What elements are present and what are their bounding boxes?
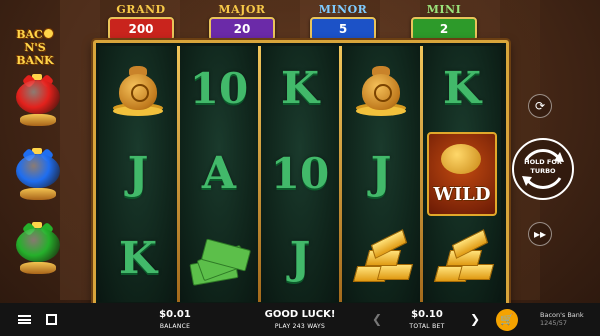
refresh-icon: ⟳ xyxy=(534,99,546,113)
piggy-bank-green xyxy=(12,221,64,280)
reel-cell: K xyxy=(99,216,177,301)
piggy-bank-blue xyxy=(12,147,64,206)
jackpot-value: 20 xyxy=(209,17,275,41)
symbol-j: J xyxy=(289,233,311,284)
reel-cell xyxy=(342,216,420,301)
balance-label: BALANCE xyxy=(159,323,191,330)
ways-label: PLAY 243 WAYS xyxy=(274,323,326,330)
symbol-k: K xyxy=(442,63,482,114)
fullscreen-icon[interactable] xyxy=(46,314,57,325)
reel-cell: K xyxy=(261,46,339,131)
jackpot-title: MAJOR xyxy=(218,3,266,16)
money-bag-icon xyxy=(113,60,163,118)
gold-bars-icon xyxy=(351,228,414,284)
spin-button[interactable]: HOLD FOR TURBO xyxy=(512,138,574,200)
symbol-j: J xyxy=(370,148,392,199)
bet-decrease-button[interactable]: ❮ xyxy=(372,312,382,326)
jackpot-minor: MINOR 5 xyxy=(310,4,376,41)
reel-frame: J K 10 A K 10 J J K WILD xyxy=(93,40,509,308)
jackpot-grand: GRAND 200 xyxy=(108,4,174,41)
piggy-bank-red xyxy=(12,73,64,132)
reel-cell xyxy=(342,46,420,131)
spin-label-turbo: TURBO xyxy=(530,167,556,175)
logo-text-line1b: N'S xyxy=(24,41,46,54)
reel-cell xyxy=(423,216,501,301)
symbol-10: 10 xyxy=(189,64,249,113)
money-bag-icon xyxy=(356,60,406,118)
reel-cell: J xyxy=(261,216,339,301)
jackpot-major: MAJOR 20 xyxy=(209,4,275,41)
reel-cell: A xyxy=(180,131,258,216)
symbol-k: K xyxy=(118,233,158,284)
logo-text-line2: BANK xyxy=(16,54,54,67)
buy-feature-button[interactable]: 🛒 xyxy=(496,309,518,331)
reel-5: K WILD xyxy=(423,46,501,302)
reel-2: 10 A xyxy=(180,46,258,302)
symbol-k: K xyxy=(280,63,320,114)
balance-value: $0.01 xyxy=(159,309,191,320)
game-logo: BACN'S BANK xyxy=(8,28,62,68)
status-message: GOOD LUCK! xyxy=(264,309,336,320)
logo-coin-icon xyxy=(42,28,54,39)
gold-bars-icon xyxy=(432,228,495,284)
jackpot-value: 5 xyxy=(310,17,376,41)
reel-3: K 10 J xyxy=(261,46,339,302)
reel-cell xyxy=(180,216,258,301)
bet-increase-button[interactable]: ❯ xyxy=(470,312,480,326)
reel-cell: WILD xyxy=(423,131,501,216)
symbol-a: A xyxy=(201,148,237,199)
jackpot-value: 2 xyxy=(411,17,477,41)
logo-text-line1a: BAC xyxy=(16,28,43,41)
reel-1: JK xyxy=(99,46,177,302)
cash-stack-icon xyxy=(189,234,252,286)
symbol-10: 10 xyxy=(270,149,330,198)
spin-label-hold: HOLD FOR xyxy=(524,158,562,166)
reel-cell xyxy=(99,46,177,131)
reel-cell: 10 xyxy=(261,131,339,216)
turbo-button[interactable]: ▸▸ xyxy=(528,222,552,246)
jackpot-mini: MINI 2 xyxy=(411,4,477,41)
autoplay-button[interactable]: ⟳ xyxy=(528,94,552,118)
symbol-j: J xyxy=(127,148,149,199)
reel-4: J xyxy=(342,46,420,302)
wild-symbol: WILD xyxy=(427,131,497,216)
bet-value: $0.10 xyxy=(411,309,443,320)
reel-cell: 10 xyxy=(180,46,258,131)
game-title: Bacon's Bank xyxy=(540,311,584,319)
game-code: 1245/57 xyxy=(540,319,568,327)
jackpot-value: 200 xyxy=(108,17,174,41)
fast-forward-icon: ▸▸ xyxy=(533,227,547,241)
reel-cell: K xyxy=(423,46,501,131)
cart-icon: 🛒 xyxy=(500,313,514,326)
bottom-bar: $0.01 BALANCE GOOD LUCK! PLAY 243 WAYS ❮… xyxy=(0,303,600,336)
reel-cell: J xyxy=(99,131,177,216)
jackpot-title: GRAND xyxy=(116,3,166,16)
reel-cell: J xyxy=(342,131,420,216)
jackpot-title: MINOR xyxy=(318,3,368,16)
menu-icon[interactable] xyxy=(18,315,31,324)
jackpot-title: MINI xyxy=(426,3,462,16)
bet-label: TOTAL BET xyxy=(409,323,445,330)
